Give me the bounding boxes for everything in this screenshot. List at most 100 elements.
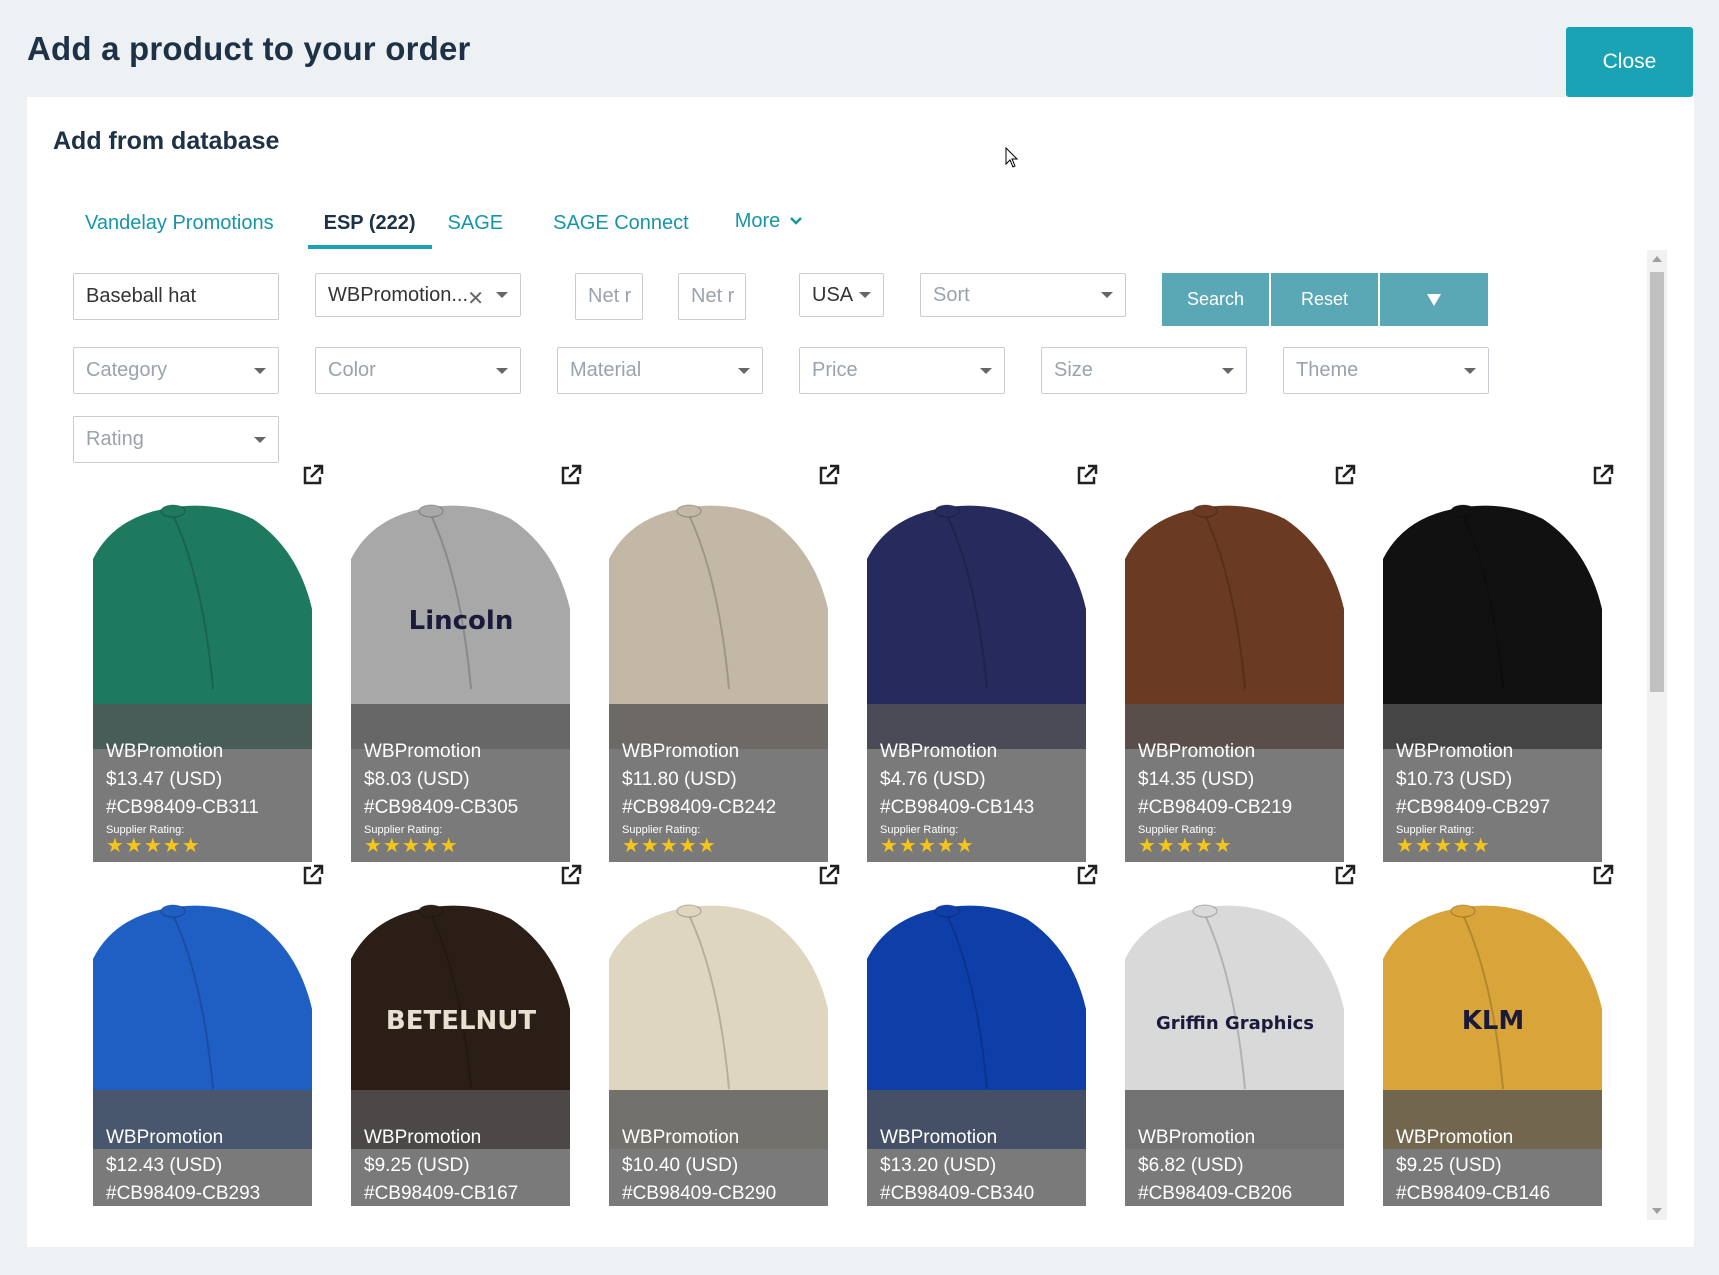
product-card[interactable]: KLM WBPromotion $9.25 (USD) #CB98409-CB146 — [1383, 864, 1614, 1206]
external-link-icon[interactable] — [1591, 863, 1615, 887]
product-info-overlay: WBPromotion $11.80 (USD) #CB98409-CB242 Sup… — [609, 704, 828, 862]
rating-select[interactable]: Rating — [73, 416, 279, 463]
material-select[interactable]: Material — [557, 347, 763, 394]
product-sku: #CB98409-CB219 — [1138, 797, 1293, 818]
product-card[interactable]: WBPromotion $13.47 (USD) #CB98409-CB311 Sup… — [93, 464, 324, 862]
product-card[interactable]: WBPromotion $10.40 (USD) #CB98409-CB290 — [609, 864, 840, 1206]
net-max-input[interactable]: Net r — [678, 273, 746, 320]
product-card[interactable]: WBPromotion $12.43 (USD) #CB98409-CB293 — [93, 864, 324, 1206]
product-supplier: WBPromotion — [880, 1127, 998, 1148]
cap-button — [1450, 504, 1476, 518]
net-min-input[interactable]: Net r — [575, 273, 643, 320]
cap-button — [418, 504, 444, 518]
product-card[interactable]: WBPromotion $4.76 (USD) #CB98409-CB143 Supp… — [867, 464, 1098, 862]
product-info-overlay: WBPromotion $8.03 (USD) #CB98409-CB305 Supp… — [351, 704, 570, 862]
product-supplier: WBPromotion — [364, 1127, 482, 1148]
price-select[interactable]: Price — [799, 347, 1005, 394]
product-sku: #CB98409-CB297 — [1396, 797, 1551, 818]
supplier-select[interactable]: WBPromotion... ✕ — [315, 273, 521, 317]
scroll-up-icon[interactable] — [1652, 256, 1662, 262]
more-options-button[interactable] — [1380, 273, 1488, 326]
external-link-icon[interactable] — [559, 863, 583, 887]
product-info-overlay: WBPromotion $13.47 (USD) #CB98409-CB311 Sup… — [93, 704, 312, 862]
tab-vandelay-promotions[interactable]: Vandelay Promotions — [69, 197, 290, 249]
tab-label: SAGE Connect — [553, 211, 689, 234]
size-placeholder: Size — [1054, 359, 1093, 381]
caret-down-icon — [254, 367, 266, 374]
scrollbar-thumb[interactable] — [1650, 272, 1664, 692]
external-link-icon[interactable] — [301, 863, 325, 887]
external-link-icon[interactable] — [1075, 863, 1099, 887]
product-price: $6.82 (USD) — [1138, 1155, 1244, 1176]
product-card[interactable]: BETELNUT WBPromotion $9.25 (USD) #CB98409-C… — [351, 864, 582, 1206]
product-supplier: WBPromotion — [1138, 1127, 1256, 1148]
product-info-overlay: WBPromotion $9.25 (USD) #CB98409-CB146 — [1383, 1090, 1602, 1206]
product-card[interactable]: WBPromotion $14.35 (USD) #CB98409-CB219 Sup… — [1125, 464, 1356, 862]
product-card[interactable]: WBPromotion $11.80 (USD) #CB98409-CB242 Sup… — [609, 464, 840, 862]
product-card[interactable]: Griffin Graphics WBPromotion $6.82 (USD) #C… — [1125, 864, 1356, 1206]
close-button[interactable]: Close — [1566, 27, 1693, 97]
product-supplier: WBPromotion — [622, 1127, 740, 1148]
scrollbar[interactable] — [1647, 250, 1667, 1220]
color-select[interactable]: Color — [315, 347, 521, 394]
caret-down-icon — [496, 292, 508, 298]
cap-logo: KLM — [1462, 1006, 1525, 1036]
rating-stars-icon: ★★★★★ — [1396, 835, 1491, 857]
product-card[interactable]: Lincoln WBPromotion $8.03 (USD) #CB98409-CB… — [351, 464, 582, 862]
product-card[interactable]: WBPromotion $13.20 (USD) #CB98409-CB340 — [867, 864, 1098, 1206]
product-price: $14.35 (USD) — [1138, 769, 1255, 790]
country-select[interactable]: USA — [799, 273, 884, 317]
external-link-icon[interactable] — [817, 463, 841, 487]
theme-select[interactable]: Theme — [1283, 347, 1489, 394]
product-sku: #CB98409-CB206 — [1138, 1183, 1293, 1204]
cap-logo: Lincoln — [409, 606, 514, 636]
product-sku: #CB98409-CB146 — [1396, 1183, 1551, 1204]
tab-label: ESP (222) — [323, 211, 416, 234]
external-link-icon[interactable] — [817, 863, 841, 887]
net-min-placeholder: Net r — [588, 285, 632, 307]
product-supplier: WBPromotion — [1396, 741, 1514, 762]
tab-esp[interactable]: ESP (222) — [307, 197, 432, 249]
cap-button — [676, 904, 702, 918]
tab-sage-connect[interactable]: SAGE Connect — [537, 197, 705, 249]
product-supplier: WBPromotion — [106, 1127, 224, 1148]
external-link-icon[interactable] — [1333, 463, 1357, 487]
external-link-icon[interactable] — [301, 463, 325, 487]
product-price: $13.47 (USD) — [106, 769, 223, 790]
mouse-cursor-icon — [1005, 147, 1019, 168]
clear-icon[interactable]: ✕ — [467, 286, 484, 311]
size-select[interactable]: Size — [1041, 347, 1247, 394]
cap-button — [934, 904, 960, 918]
external-link-icon[interactable] — [1591, 463, 1615, 487]
product-info-overlay: WBPromotion $12.43 (USD) #CB98409-CB293 — [93, 1090, 312, 1206]
product-price: $13.20 (USD) — [880, 1155, 997, 1176]
product-info-overlay: WBPromotion $10.40 (USD) #CB98409-CB290 — [609, 1090, 828, 1206]
cap-button — [160, 904, 186, 918]
product-info-overlay: WBPromotion $14.35 (USD) #CB98409-CB219 Sup… — [1125, 704, 1344, 862]
panel-title: Add from database — [53, 127, 280, 155]
product-supplier: WBPromotion — [622, 741, 740, 762]
country-value: USA — [812, 283, 854, 306]
scroll-down-icon[interactable] — [1652, 1208, 1662, 1214]
external-link-icon[interactable] — [1075, 463, 1099, 487]
tab-more[interactable]: More — [719, 195, 821, 247]
tab-sage[interactable]: SAGE — [432, 197, 520, 249]
external-link-icon[interactable] — [1333, 863, 1357, 887]
category-select[interactable]: Category — [73, 347, 279, 394]
external-link-icon[interactable] — [559, 463, 583, 487]
search-button[interactable]: Search — [1162, 273, 1269, 326]
caret-down-icon — [1464, 367, 1476, 374]
theme-placeholder: Theme — [1296, 359, 1359, 381]
category-placeholder: Category — [86, 359, 168, 381]
product-supplier: WBPromotion — [1396, 1127, 1514, 1148]
product-card[interactable]: WBPromotion $10.73 (USD) #CB98409-CB297 Sup… — [1383, 464, 1614, 862]
modal-title: Add a product to your order — [27, 30, 471, 67]
keyword-input[interactable] — [73, 273, 279, 320]
reset-button[interactable]: Reset — [1271, 273, 1378, 326]
sort-select[interactable]: Sort — [920, 273, 1126, 317]
product-info-overlay: WBPromotion $9.25 (USD) #CB98409-CB167 — [351, 1090, 570, 1206]
product-sku: #CB98409-CB305 — [364, 797, 519, 818]
database-panel: Add from database Vandelay Promotions ES… — [27, 97, 1694, 1247]
cap-button — [676, 504, 702, 518]
product-price: $4.76 (USD) — [880, 769, 986, 790]
